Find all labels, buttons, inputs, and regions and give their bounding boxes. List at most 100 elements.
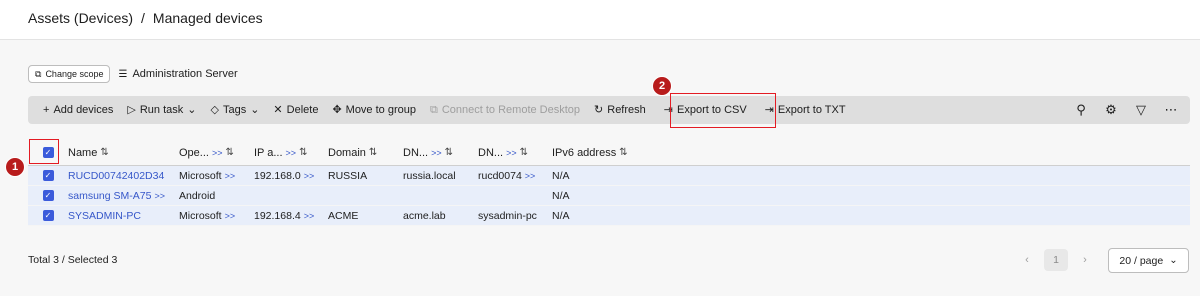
ipv6-value: N/A [552, 169, 570, 182]
os-cell: Android [179, 190, 254, 202]
os-cell: Microsoft >> [179, 210, 254, 222]
expand-cell-icon[interactable]: >> [304, 171, 315, 181]
move-to-group-button[interactable]: ✥ Move to group [325, 96, 423, 124]
run-task-button[interactable]: ▷ Run task ⌄ [120, 96, 203, 124]
export-txt-label: Export to TXT [777, 104, 846, 116]
sort-icon[interactable]: ⇅ [225, 147, 233, 158]
ip-cell: 192.168.4 >> [254, 210, 328, 222]
tags-label: Tags [222, 104, 247, 116]
expand-column-icon[interactable]: >> [431, 148, 442, 158]
close-icon: ✕ [273, 103, 283, 116]
breadcrumb-separator: / [141, 10, 145, 26]
device-name-link[interactable]: samsung SM-A75 [68, 190, 151, 202]
domain-cell: ACME [328, 210, 403, 222]
page-number[interactable]: 1 [1044, 249, 1068, 271]
row-checkbox[interactable]: ✓ [42, 170, 54, 181]
column-header-domain[interactable]: Domain ⇅ [328, 147, 403, 159]
expand-cell-icon[interactable]: >> [225, 211, 236, 221]
column-label: Domain [328, 146, 366, 159]
page-size-value: 20 / page [1119, 254, 1164, 267]
refresh-button[interactable]: ↻ Refresh [587, 96, 653, 124]
device-name-cell: SYSADMIN-PC [68, 210, 179, 222]
search-icon[interactable]: ⚲ [1068, 102, 1094, 118]
dns-domain-cell: acme.lab [403, 210, 478, 222]
dns-domain-value: acme.lab [403, 209, 446, 222]
expand-cell-icon[interactable]: >> [304, 211, 315, 221]
domain-value: RUSSIA [328, 169, 368, 182]
column-header-os[interactable]: Ope... >> ⇅ [179, 147, 254, 159]
os-value: Microsoft [179, 169, 222, 182]
breadcrumb-parent[interactable]: Assets (Devices) [28, 10, 133, 26]
chevron-left-icon[interactable]: ‹ [1018, 254, 1036, 266]
table-row[interactable]: ✓ samsung SM-A75 >> Android N/A [28, 186, 1190, 206]
delete-button[interactable]: ✕ Delete [266, 96, 325, 124]
expand-column-icon[interactable]: >> [506, 148, 517, 158]
column-header-ip[interactable]: IP a... >> ⇅ [254, 147, 328, 159]
refresh-icon: ↻ [594, 103, 604, 116]
table-row[interactable]: ✓ SYSADMIN-PC Microsoft >> 192.168.4 >> AC… [28, 206, 1190, 226]
plus-icon: + [43, 103, 50, 116]
dns-name-cell: sysadmin-pc [478, 210, 552, 222]
expand-column-icon[interactable]: >> [212, 148, 223, 158]
selection-summary: Total 3 / Selected 3 [28, 254, 118, 266]
breadcrumb: Assets (Devices) / Managed devices [28, 10, 263, 26]
ip-value: 192.168.0 [254, 169, 301, 182]
sort-icon[interactable]: ⇅ [619, 147, 627, 158]
sort-icon[interactable]: ⇅ [445, 147, 453, 158]
column-label: DN... [403, 146, 429, 159]
device-name-cell: RUCD00742402D34 [68, 170, 179, 182]
chevron-right-icon[interactable]: › [1076, 254, 1094, 266]
domain-value: ACME [328, 209, 359, 222]
connect-remote-desktop-button[interactable]: ⧉ Connect to Remote Desktop [423, 96, 587, 124]
add-devices-button[interactable]: + Add devices [36, 96, 120, 124]
change-scope-button[interactable]: ⧉ Change scope [28, 65, 111, 83]
device-name-link[interactable]: RUCD00742402D34 [68, 170, 164, 182]
annotation-marker-2: 2 [652, 76, 672, 96]
column-header-dns-domain[interactable]: DN... >> ⇅ [403, 147, 478, 159]
row-select-cell: ✓ [28, 210, 68, 221]
expand-column-icon[interactable]: >> [286, 148, 297, 158]
row-checkbox[interactable]: ✓ [42, 190, 54, 201]
column-label: Ope... [179, 146, 209, 159]
sort-icon[interactable]: ⇅ [520, 147, 528, 158]
remote-desktop-icon: ⧉ [429, 103, 438, 116]
ipv6-cell: N/A [552, 210, 752, 222]
column-header-ipv6[interactable]: IPv6 address ⇅ [552, 147, 752, 159]
move-to-group-label: Move to group [345, 104, 416, 116]
tag-icon: ◇ [210, 103, 219, 116]
os-cell: Microsoft >> [179, 170, 254, 182]
expand-cell-icon[interactable]: >> [154, 191, 165, 201]
play-icon: ▷ [127, 103, 136, 116]
page-size-select[interactable]: 20 / page ⌄ [1108, 248, 1189, 273]
gear-icon[interactable]: ⚙ [1098, 102, 1124, 118]
row-select-cell: ✓ [28, 170, 68, 181]
table-header: ✓ Name ⇅ Ope... >> ⇅ IP a... >> ⇅ Domain… [28, 140, 1190, 166]
move-icon: ✥ [332, 103, 342, 116]
dns-domain-value: russia.local [403, 169, 456, 182]
sort-icon[interactable]: ⇅ [100, 147, 108, 158]
row-checkbox[interactable]: ✓ [42, 210, 54, 221]
column-header-name[interactable]: Name ⇅ [68, 147, 179, 159]
expand-cell-icon[interactable]: >> [525, 171, 536, 181]
toolbar-right: ⚲ ⚙ ▽ ⋯ [1068, 96, 1190, 124]
hierarchy-icon: ⧉ [35, 68, 42, 79]
tags-button[interactable]: ◇ Tags ⌄ [203, 96, 266, 124]
devices-table: ✓ Name ⇅ Ope... >> ⇅ IP a... >> ⇅ Domain… [28, 140, 1190, 226]
more-icon[interactable]: ⋯ [1158, 102, 1184, 118]
expand-cell-icon[interactable]: >> [225, 171, 236, 181]
ip-value: 192.168.4 [254, 209, 301, 222]
sort-icon[interactable]: ⇅ [299, 147, 307, 158]
run-task-label: Run task [139, 104, 184, 116]
device-name-link[interactable]: SYSADMIN-PC [68, 210, 141, 222]
chevron-down-icon: ⌄ [250, 103, 260, 116]
column-header-dns-name[interactable]: DN... >> ⇅ [478, 147, 552, 159]
sort-icon[interactable]: ⇅ [369, 147, 377, 158]
server-icon: ☰ [118, 68, 128, 80]
column-label: IP a... [254, 146, 283, 159]
table-row[interactable]: ✓ RUCD00742402D34 Microsoft >> 192.168.0 >… [28, 166, 1190, 186]
refresh-label: Refresh [607, 104, 646, 116]
dns-domain-cell: russia.local [403, 170, 478, 182]
change-scope-label: Change scope [45, 69, 104, 79]
filter-icon[interactable]: ▽ [1128, 102, 1154, 118]
ipv6-value: N/A [552, 209, 570, 222]
